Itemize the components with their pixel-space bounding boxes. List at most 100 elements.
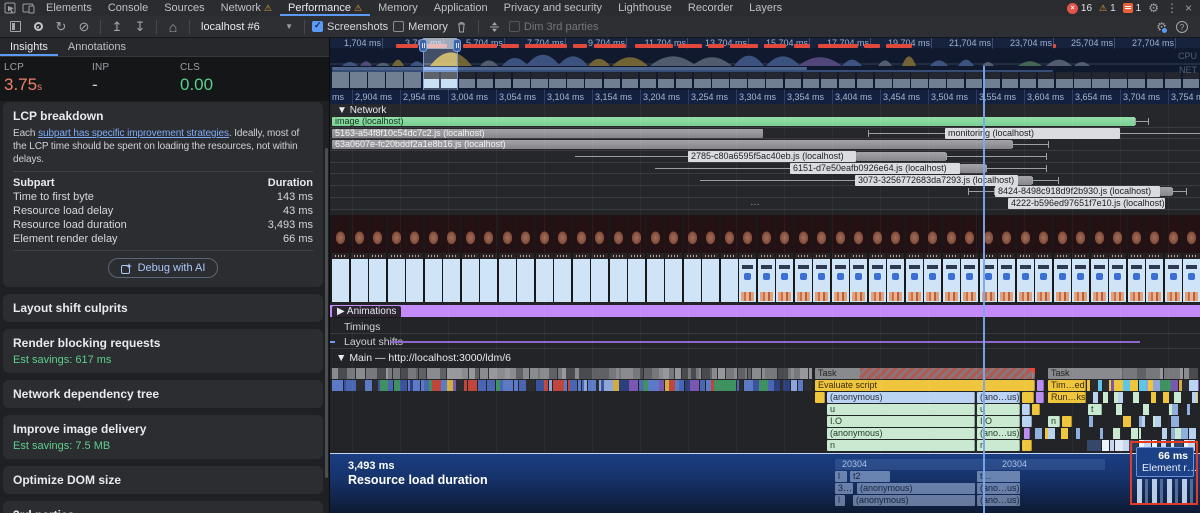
- insight-card-layout-shift-culprits[interactable]: Layout shift culprits: [3, 294, 323, 322]
- flame-bar[interactable]: Task: [815, 368, 1035, 379]
- metric-lcp[interactable]: LCP 3.75s: [2, 62, 90, 101]
- flame-bar[interactable]: t: [1088, 404, 1102, 415]
- network-request-bar[interactable]: [1160, 187, 1172, 196]
- filmstrip-screenshot[interactable]: [443, 215, 460, 302]
- filmstrip-screenshot[interactable]: [684, 215, 701, 302]
- close-icon[interactable]: ×: [1185, 1, 1192, 15]
- flame-bar[interactable]: Tim…ed: [1048, 380, 1086, 391]
- flame-bar[interactable]: I.O: [827, 416, 975, 427]
- sidebar-tab-annotations[interactable]: Annotations: [58, 38, 136, 56]
- network-request-bar[interactable]: 63a0607e-fc20bddf2a1e8b16.js (localhost): [332, 140, 1012, 149]
- filmstrip-screenshot[interactable]: [887, 215, 904, 302]
- network-request-bar[interactable]: [856, 152, 946, 161]
- flame-row[interactable]: Task Task: [330, 368, 1200, 379]
- flame-bar[interactable]: n: [827, 440, 975, 451]
- record-button[interactable]: [29, 18, 47, 36]
- error-badge[interactable]: ×16: [1067, 3, 1092, 14]
- flame-row[interactable]: Evaluate script Tim…ed: [330, 380, 1200, 391]
- main-thread-track-header[interactable]: ▼ Main — http://localhost:3000/ldm/6: [336, 352, 511, 364]
- filmstrip-screenshot[interactable]: [813, 215, 830, 302]
- flame-bar[interactable]: n: [1048, 416, 1060, 427]
- clear-button[interactable]: ⊘: [75, 18, 93, 36]
- network-request-row[interactable]: image (localhost): [330, 116, 1200, 128]
- filmstrip-screenshot[interactable]: [610, 215, 627, 302]
- network-request-row[interactable]: 8424-8498c918d9f2b930.js (localhost): [330, 186, 1200, 198]
- filmstrip-screenshot[interactable]: [425, 215, 442, 302]
- network-request-row[interactable]: 5163-a54f8f10c54dc7c2.js (localhost)moni…: [330, 128, 1200, 140]
- filmstrip-screenshot[interactable]: [1183, 215, 1200, 302]
- timeline-playhead[interactable]: [983, 66, 985, 513]
- filmstrip-screenshot[interactable]: [1128, 215, 1145, 302]
- network-track[interactable]: ▼ Network … image (localhost)5163-a54f8f…: [330, 104, 1200, 210]
- reload-record-button[interactable]: ↻: [52, 18, 70, 36]
- toggle-sidebar-icon[interactable]: [6, 18, 24, 36]
- filmstrip-screenshot[interactable]: [499, 215, 516, 302]
- filmstrip-screenshot[interactable]: [647, 215, 664, 302]
- filmstrip-screenshot[interactable]: [462, 215, 479, 302]
- metric-inp[interactable]: INP -: [90, 62, 178, 101]
- flame-row[interactable]: (anonymous)(ano…us)Run…ks: [330, 392, 1200, 403]
- garbage-collect-icon[interactable]: [453, 18, 471, 36]
- filmstrip-screenshot[interactable]: [1054, 215, 1071, 302]
- inspect-icon[interactable]: [0, 0, 19, 16]
- tab-recorder[interactable]: Recorder: [680, 0, 741, 16]
- flame-bar[interactable]: Run…ks: [1048, 392, 1086, 403]
- filmstrip-screenshot[interactable]: [739, 215, 756, 302]
- load-profile-icon[interactable]: ↥: [108, 18, 126, 36]
- network-request-row[interactable]: 4222-b596ed97651f7e10.js (localhost): [330, 198, 1200, 210]
- filmstrip-screenshot[interactable]: [1109, 215, 1126, 302]
- insight-card-network-dependency-tree[interactable]: Network dependency tree: [3, 380, 323, 408]
- flame-bar[interactable]: Evaluate script: [815, 380, 1035, 391]
- screenshots-filmstrip[interactable]: [330, 215, 1200, 302]
- tab-performance[interactable]: Performance⚠: [280, 0, 370, 16]
- network-request-label[interactable]: 6151-d7e50eafb0926e64.js (localhost): [790, 163, 960, 174]
- filmstrip-screenshot[interactable]: [1091, 215, 1108, 302]
- filmstrip-screenshot[interactable]: [351, 215, 368, 302]
- tab-lighthouse[interactable]: Lighthouse: [610, 0, 680, 16]
- fit-view-icon[interactable]: [486, 18, 504, 36]
- layout-shift-marker[interactable]: [390, 341, 1140, 343]
- filmstrip-screenshot[interactable]: [573, 215, 590, 302]
- network-request-row[interactable]: 2785-c80a6595f5ac40eb.js (localhost): [330, 151, 1200, 163]
- home-icon[interactable]: ⌂: [164, 18, 182, 36]
- flame-row[interactable]: (anonymous)(ano…us): [330, 428, 1200, 439]
- filmstrip-screenshot[interactable]: [795, 215, 812, 302]
- network-request-row[interactable]: 6151-d7e50eafb0926e64.js (localhost): [330, 163, 1200, 175]
- save-profile-icon[interactable]: ↧: [131, 18, 149, 36]
- settings-gear-icon[interactable]: ⚙: [1148, 1, 1159, 15]
- network-request-label[interactable]: monitoring (localhost): [945, 128, 1120, 139]
- device-toolbar-icon[interactable]: [19, 0, 38, 16]
- filmstrip-screenshot[interactable]: [998, 215, 1015, 302]
- insight-card-optimize-dom-size[interactable]: Optimize DOM size: [3, 466, 323, 494]
- flame-bar[interactable]: (anonymous): [827, 392, 975, 403]
- tab-application[interactable]: Application: [426, 0, 496, 16]
- flame-row[interactable]: uut: [330, 404, 1200, 415]
- network-request-row[interactable]: 63a0607e-fc20bddf2a1e8b16.js (localhost): [330, 139, 1200, 151]
- timeline-panel[interactable]: CPU NET 1,704 ms3,704 ms5,704 ms7,704 ms…: [330, 38, 1200, 513]
- network-request-bar[interactable]: image (localhost): [332, 117, 1135, 126]
- animations-track[interactable]: ▶ Animations: [330, 304, 1200, 318]
- filmstrip-screenshot[interactable]: [943, 215, 960, 302]
- filmstrip-screenshot[interactable]: [906, 215, 923, 302]
- network-expander[interactable]: …: [750, 197, 761, 208]
- sidebar-scrollbar[interactable]: [325, 148, 328, 478]
- filmstrip-screenshot[interactable]: [832, 215, 849, 302]
- tab-layers[interactable]: Layers: [741, 0, 790, 16]
- tab-privacy-and-security[interactable]: Privacy and security: [496, 0, 610, 16]
- filmstrip-screenshot[interactable]: [758, 215, 775, 302]
- network-request-label[interactable]: 8424-8498c918d9f2b930.js (localhost): [995, 186, 1160, 197]
- dim-3rd-parties-checkbox[interactable]: Dim 3rd parties: [509, 21, 599, 33]
- capture-settings-icon[interactable]: ⚙: [1156, 20, 1167, 34]
- help-icon[interactable]: ?: [1176, 21, 1188, 33]
- insight-card-render-blocking-requests[interactable]: Render blocking requestsEst savings: 617…: [3, 329, 323, 373]
- animations-bar[interactable]: [330, 305, 1200, 317]
- flame-row[interactable]: nn: [330, 440, 1200, 451]
- flame-bar[interactable]: Task: [1048, 368, 1123, 379]
- filmstrip-screenshot[interactable]: [1035, 215, 1052, 302]
- debug-with-ai-button[interactable]: Debug with AI: [108, 258, 219, 278]
- tab-elements[interactable]: Elements: [38, 0, 100, 16]
- filmstrip-screenshot[interactable]: [332, 215, 349, 302]
- flame-bar[interactable]: (anonymous): [827, 428, 975, 439]
- filmstrip-screenshot[interactable]: [924, 215, 941, 302]
- filmstrip-screenshot[interactable]: [480, 215, 497, 302]
